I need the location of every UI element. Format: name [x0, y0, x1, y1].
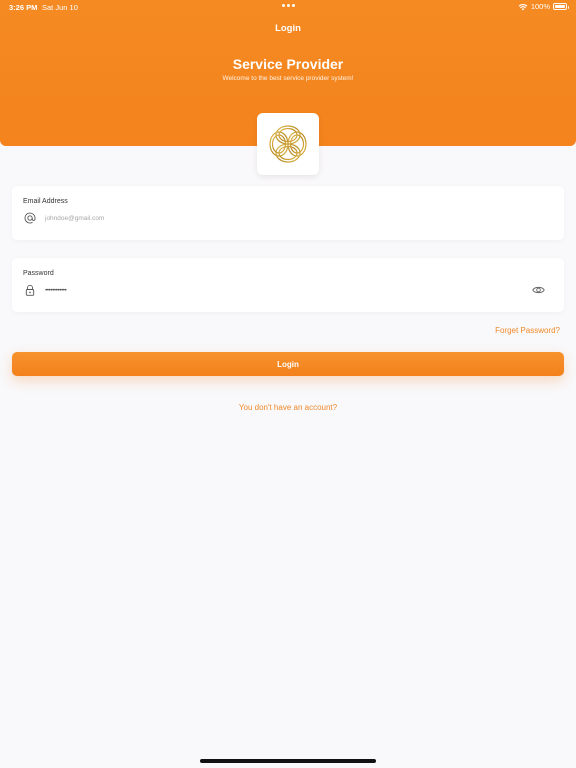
at-icon — [24, 212, 36, 224]
password-input[interactable] — [45, 283, 525, 297]
lock-icon — [25, 284, 35, 296]
status-date: Sat Jun 10 — [42, 3, 78, 12]
status-indicators: 100% — [518, 2, 569, 11]
home-indicator[interactable] — [200, 759, 376, 763]
login-button[interactable]: Login — [12, 352, 564, 376]
eye-icon[interactable] — [532, 285, 545, 295]
app-subtitle: Welcome to the best service provider sys… — [222, 75, 354, 82]
multitasking-dots-icon[interactable] — [282, 4, 295, 7]
email-input[interactable] — [45, 211, 525, 225]
battery-icon — [553, 3, 569, 10]
forgot-password-link[interactable]: Forget Password? — [495, 326, 560, 335]
signup-link[interactable]: You don't have an account? — [0, 403, 576, 412]
wifi-icon — [518, 3, 528, 10]
logo-card — [257, 113, 319, 175]
password-field-card[interactable]: Password — [12, 258, 564, 312]
app-title: Service Provider — [232, 56, 344, 72]
password-label: Password — [23, 270, 54, 277]
email-field-card[interactable]: Email Address — [12, 186, 564, 240]
nav-title: Login — [275, 23, 301, 34]
email-label: Email Address — [23, 198, 68, 205]
status-bar: 3:26 PM Sat Jun 10 100% — [0, 0, 576, 14]
status-time: 3:26 PM — [9, 3, 38, 12]
infinity-knot-logo-icon — [269, 125, 307, 163]
battery-percent: 100% — [530, 2, 550, 11]
